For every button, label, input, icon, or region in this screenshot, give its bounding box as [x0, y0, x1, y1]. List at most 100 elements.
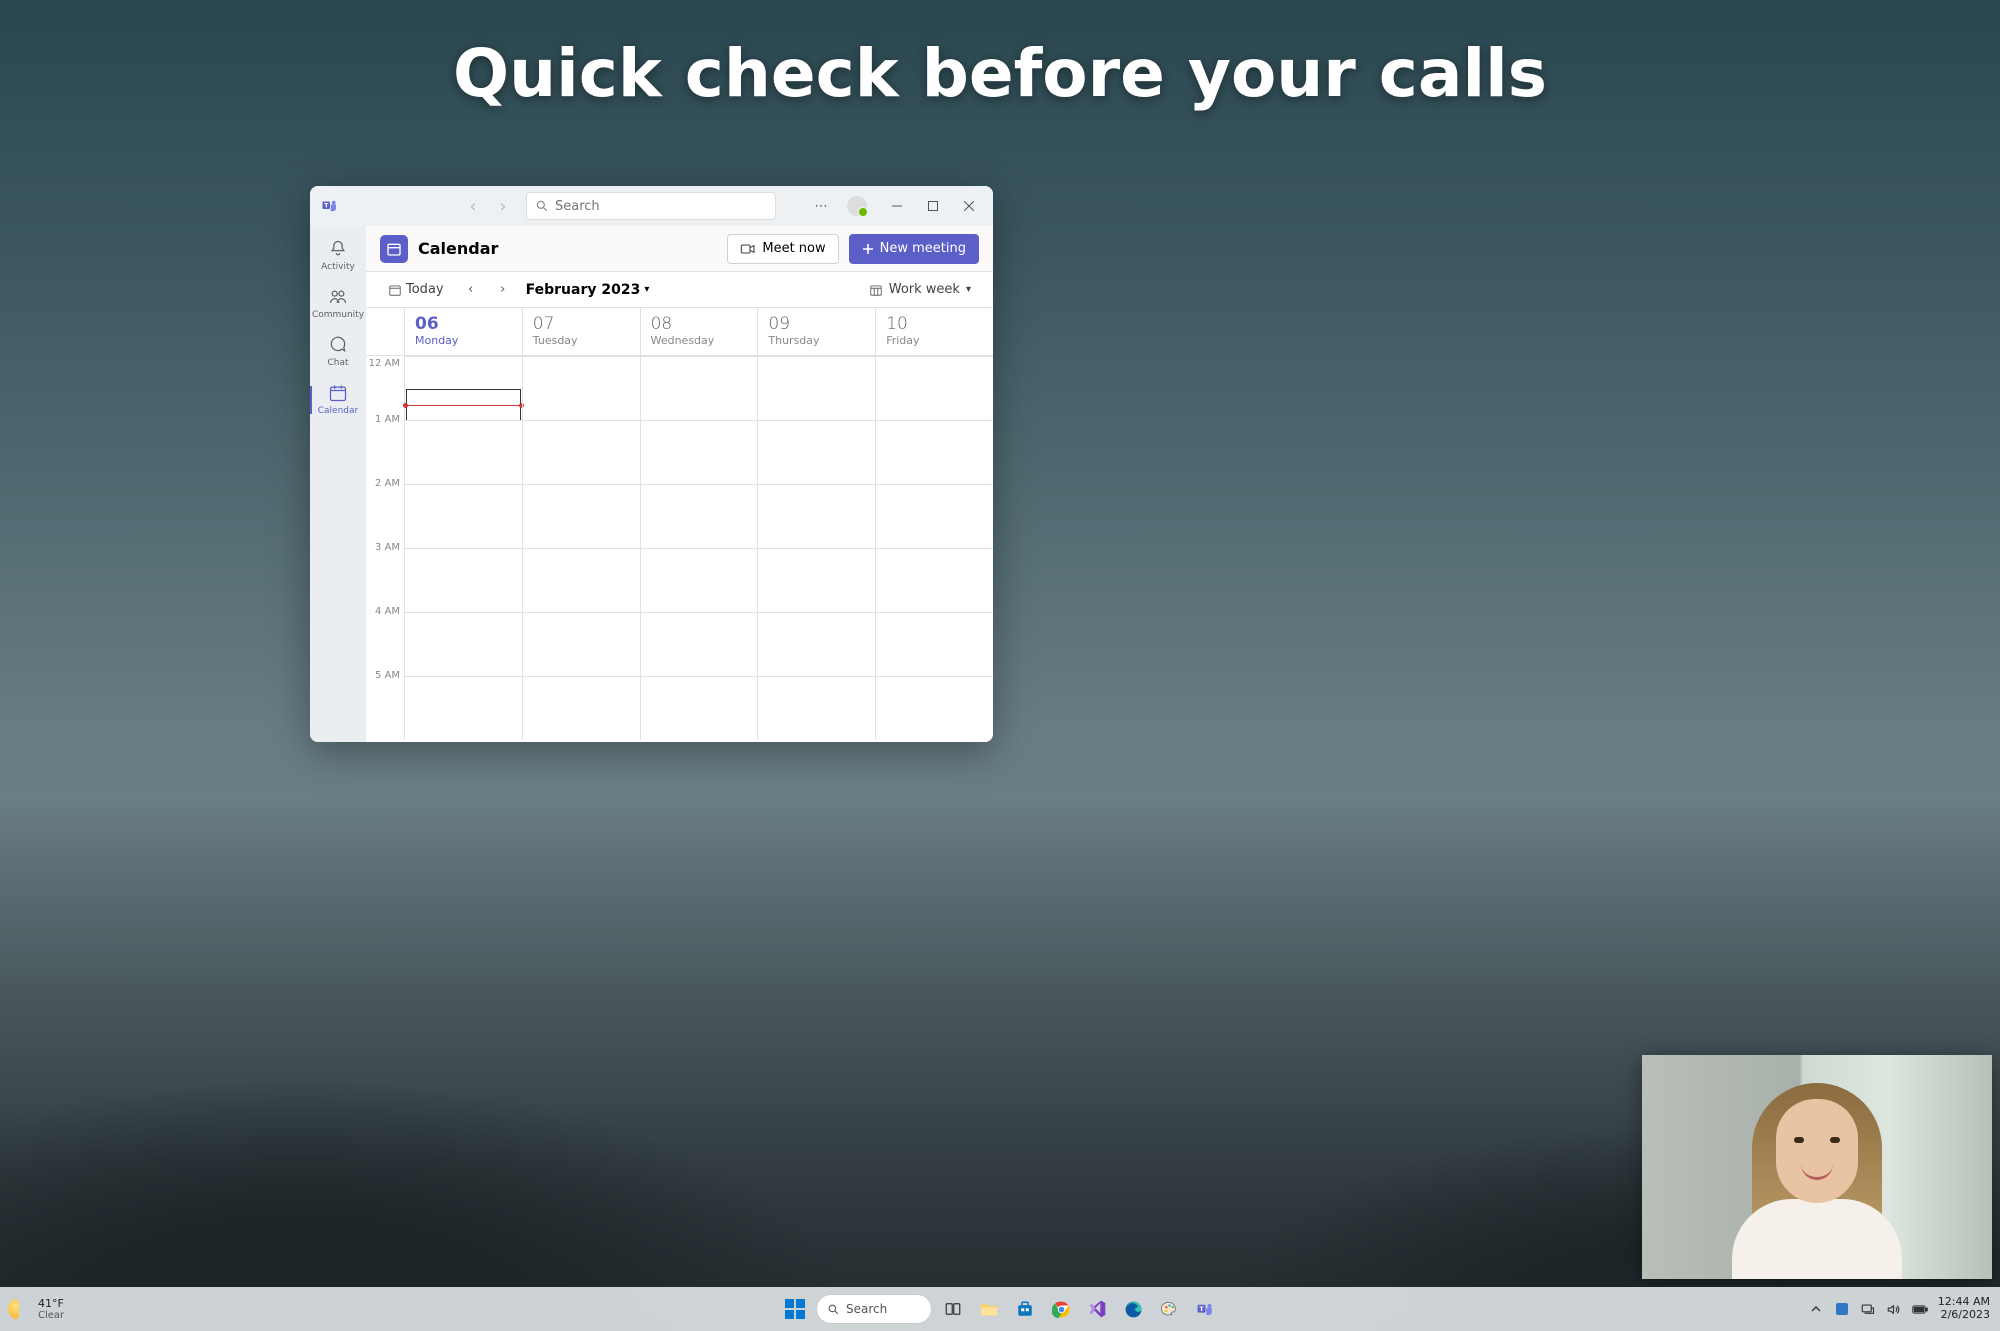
calendar-grid[interactable]: 12 AM1 AM2 AM3 AM4 AM5 AM: [366, 356, 993, 742]
rail-label: Chat: [327, 358, 348, 368]
system-tray[interactable]: 12:44 AM 2/6/2023: [1808, 1296, 2000, 1321]
time-slot[interactable]: [404, 612, 522, 676]
rail-chat[interactable]: Chat: [310, 328, 366, 376]
day-header[interactable]: 10Friday: [875, 308, 993, 355]
chat-icon: [327, 334, 349, 356]
nav-back-button[interactable]: ‹: [460, 193, 486, 219]
teams-window: T ‹ › ⋯ Activity C: [310, 186, 993, 742]
user-avatar[interactable]: [847, 196, 867, 216]
time-slot[interactable]: [404, 420, 522, 484]
time-slot[interactable]: [404, 676, 522, 740]
view-selector[interactable]: Work week ▾: [861, 278, 979, 301]
time-slot[interactable]: [522, 420, 640, 484]
rail-community[interactable]: Community: [310, 280, 366, 328]
time-slot[interactable]: [757, 484, 875, 548]
time-slot[interactable]: [522, 548, 640, 612]
time-slot[interactable]: [757, 420, 875, 484]
search-bar[interactable]: [526, 192, 776, 220]
month-picker[interactable]: February 2023 ▾: [526, 282, 650, 298]
hour-label: 5 AM: [366, 670, 404, 734]
hour-row: 2 AM: [366, 484, 993, 548]
time-slot[interactable]: [875, 484, 993, 548]
calendar-panel: Calendar Meet now New meeting Today: [366, 226, 993, 742]
time-slot[interactable]: [640, 356, 758, 420]
time-slot[interactable]: [757, 548, 875, 612]
store-icon[interactable]: [1010, 1294, 1040, 1324]
chrome-icon[interactable]: [1046, 1294, 1076, 1324]
search-input[interactable]: [555, 199, 767, 214]
time-slot[interactable]: [875, 420, 993, 484]
hour-row: 12 AM: [366, 356, 993, 420]
calendar-icon: [327, 382, 349, 404]
camera-preview[interactable]: [1642, 1055, 1992, 1279]
hour-label: 3 AM: [366, 542, 404, 606]
titlebar: T ‹ › ⋯: [310, 186, 993, 226]
time-slot[interactable]: [522, 676, 640, 740]
chevron-down-icon: ▾: [966, 284, 971, 295]
battery-icon[interactable]: [1912, 1301, 1928, 1317]
time-slot[interactable]: [404, 356, 522, 420]
time-slot[interactable]: [522, 612, 640, 676]
time-slot[interactable]: [875, 676, 993, 740]
nav-forward-button[interactable]: ›: [490, 193, 516, 219]
day-header[interactable]: 08Wednesday: [640, 308, 758, 355]
calendar-view-icon: [869, 283, 883, 297]
prev-week-button[interactable]: ‹: [458, 277, 484, 303]
time-slot[interactable]: [875, 356, 993, 420]
day-header[interactable]: 07Tuesday: [522, 308, 640, 355]
time-slot[interactable]: [640, 484, 758, 548]
network-icon[interactable]: [1860, 1301, 1876, 1317]
rail-calendar[interactable]: Calendar: [310, 376, 366, 424]
time-slot[interactable]: [404, 484, 522, 548]
hour-label: 2 AM: [366, 478, 404, 542]
clock[interactable]: 12:44 AM 2/6/2023: [1938, 1296, 1990, 1321]
hour-row: 4 AM: [366, 612, 993, 676]
new-meeting-button[interactable]: New meeting: [849, 234, 979, 264]
video-icon: [740, 242, 756, 256]
time-slot[interactable]: [522, 484, 640, 548]
vs-icon[interactable]: [1082, 1294, 1112, 1324]
time-slot[interactable]: [640, 676, 758, 740]
rail-activity[interactable]: Activity: [310, 232, 366, 280]
close-button[interactable]: [951, 190, 987, 222]
people-icon: [327, 286, 349, 308]
tray-overflow-icon[interactable]: [1808, 1301, 1824, 1317]
today-button[interactable]: Today: [380, 278, 452, 301]
time-slot[interactable]: [640, 612, 758, 676]
next-week-button[interactable]: ›: [490, 277, 516, 303]
time-slot[interactable]: [640, 548, 758, 612]
svg-text:T: T: [1199, 1306, 1204, 1313]
day-header[interactable]: 09Thursday: [757, 308, 875, 355]
paint-icon[interactable]: [1154, 1294, 1184, 1324]
weather-temp: 41°F: [38, 1297, 64, 1310]
task-view-button[interactable]: [938, 1294, 968, 1324]
time-slot[interactable]: [404, 548, 522, 612]
hour-row: 1 AM: [366, 420, 993, 484]
start-button[interactable]: [780, 1294, 810, 1324]
calendar-small-icon: [388, 283, 402, 297]
explorer-icon[interactable]: [974, 1294, 1004, 1324]
day-header[interactable]: 06Monday: [404, 308, 522, 355]
weather-widget[interactable]: 41°F Clear: [0, 1297, 64, 1321]
panel-title: Calendar: [418, 239, 498, 258]
rail-label: Activity: [321, 262, 355, 272]
more-button[interactable]: ⋯: [807, 192, 835, 220]
maximize-button[interactable]: [915, 190, 951, 222]
time-slot[interactable]: [757, 676, 875, 740]
hour-label: 1 AM: [366, 414, 404, 478]
taskbar-search[interactable]: Search: [816, 1294, 932, 1324]
edge-icon[interactable]: [1118, 1294, 1148, 1324]
time-slot[interactable]: [522, 356, 640, 420]
tray-app-icon[interactable]: [1834, 1301, 1850, 1317]
time-slot[interactable]: [640, 420, 758, 484]
meet-now-button[interactable]: Meet now: [727, 234, 838, 264]
teams-taskbar-icon[interactable]: T: [1190, 1294, 1220, 1324]
day-headers: 06Monday07Tuesday08Wednesday09Thursday10…: [366, 308, 993, 356]
minimize-button[interactable]: [879, 190, 915, 222]
time-slot[interactable]: [875, 548, 993, 612]
time-slot[interactable]: [757, 612, 875, 676]
time-slot[interactable]: [757, 356, 875, 420]
time-slot[interactable]: [875, 612, 993, 676]
volume-icon[interactable]: [1886, 1301, 1902, 1317]
weather-text: Clear: [38, 1310, 64, 1321]
